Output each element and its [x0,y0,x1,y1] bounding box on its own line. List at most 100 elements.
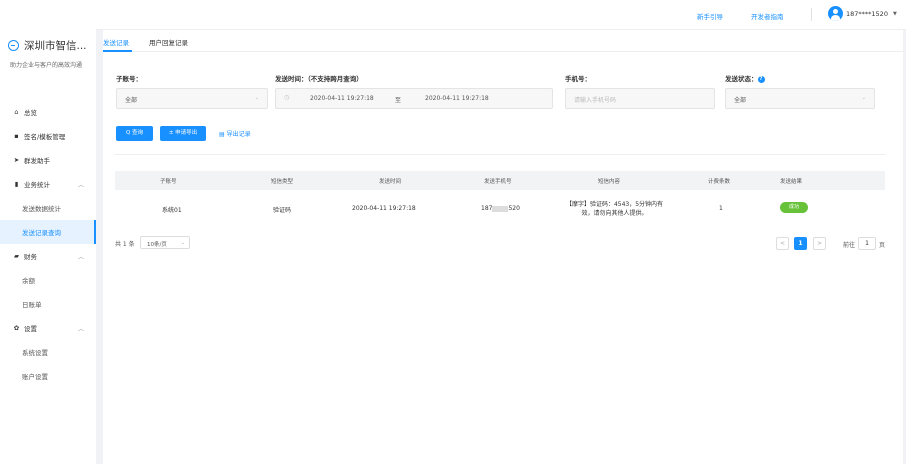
next-page-button[interactable]: > [813,237,826,250]
tab-send-records[interactable]: 发送记录 [103,37,129,47]
brand[interactable]: 深圳市智信... [8,38,87,53]
sidebar-item-account-settings[interactable]: 账户设置 [0,364,96,388]
top-header: 新手引导 开发者指南 187****1520 ▼ [96,0,906,30]
beginner-guide-link[interactable]: 新手引导 [697,11,723,21]
query-button[interactable]: Q 查询 [116,126,153,141]
sidebar-item-label: 发送记录查询 [22,229,61,237]
main-content: 发送记录 用户回复记录 子账号： 发送时间：（不支持跨月查询） 手机号： 发送状… [103,30,903,464]
home-icon: ⌂ [14,108,19,116]
grid-icon: ▪ [14,132,19,140]
sidebar-item-statistics[interactable]: ▮ 业务统计 ︿ [0,172,96,196]
sidebar-item-bulk-send[interactable]: ➤ 群发助手 [0,148,96,172]
account-select[interactable]: 全部 ⌄ [116,88,268,109]
gear-icon: ✿ [13,324,20,332]
sidebar-item-label: 余额 [22,277,35,285]
active-tab-indicator [103,50,132,52]
range-separator: 至 [395,97,402,104]
phone-filter-label: 手机号： [565,75,591,83]
chevron-down-icon: ⌄ [254,95,259,101]
sidebar-item-overview[interactable]: ⌂ 总览 [0,100,96,124]
sidebar-item-label: 总览 [24,109,37,117]
phone-input-placeholder: 请输入手机号码 [574,97,617,104]
column-header: 短信内容 [598,179,621,185]
cell-content: 【摩字】验证码：4543，5分钟内有效，请勿向其他人提供。 [565,201,664,217]
chevron-up-icon: ︿ [77,326,84,333]
bar-chart-icon: ▮ [14,180,19,188]
help-icon[interactable]: ? [757,75,765,83]
send-icon: ➤ [13,156,20,164]
sidebar-item-label: 签名/模板管理 [24,133,66,141]
prev-page-button[interactable]: < [776,237,789,250]
total-count: 共 1 条 [115,241,135,248]
chevron-down-icon: ⌄ [861,95,866,101]
sidebar-item-system-settings[interactable]: 系统设置 [0,340,96,364]
sidebar-item-label: 日账单 [22,301,42,309]
account-filter-label: 子账号： [116,75,142,83]
account-select-value: 全部 [125,97,138,104]
status-badge: 成功 [780,202,808,213]
sidebar-item-send-stats[interactable]: 发送数据统计 [0,196,96,220]
goto-label: 前往 [843,242,856,249]
end-time: 2020-04-11 19:27:18 [425,95,489,102]
header-divider [811,8,812,21]
page-size-value: 10条/页 [147,242,167,248]
sidebar-item-balance[interactable]: 余额 [0,268,96,292]
clock-icon: ◷ [284,94,290,101]
divider [115,154,885,155]
sidebar-item-label: 业务统计 [24,181,50,189]
developer-guide-link[interactable]: 开发者指南 [751,11,784,21]
tab-user-replies[interactable]: 用户回复记录 [149,37,188,47]
sidebar-item-settings[interactable]: ✿ 设置 ︿ [0,316,96,340]
avatar [828,6,843,21]
sidebar-item-label: 账户设置 [22,373,48,381]
sidebar-item-daily-bill[interactable]: 日账单 [0,292,96,316]
cell-type: 验证码 [273,207,292,214]
page-size-select[interactable]: 10条/页 ⌄ [140,236,190,249]
brand-name: 深圳市智信... [24,40,87,52]
page-number-button[interactable]: 1 [794,237,807,250]
time-filter-label: 发送时间：（不支持跨月查询） [275,75,363,83]
chevron-up-icon: ︿ [77,254,84,261]
sidebar-item-label: 群发助手 [24,157,50,165]
time-range-picker[interactable]: ◷ 2020-04-11 19:27:18 至 2020-04-11 19:27… [275,88,553,109]
sidebar-menu: ⌂ 总览 ▪ 签名/模板管理 ➤ 群发助手 ▮ 业务统计 ︿ 发送数据统计 发送… [0,100,96,388]
user-name: 187****1520 [846,9,888,18]
column-header: 短信类型 [271,179,294,185]
sidebar-item-label: 发送数据统计 [22,205,61,213]
cell-count: 1 [719,205,723,212]
caret-down-icon: ▼ [892,10,897,17]
sidebar-item-label: 系统设置 [22,349,48,357]
wallet-icon: ▰ [14,252,19,260]
chat-bubble-icon [8,40,19,51]
sidebar-item-templates[interactable]: ▪ 签名/模板管理 [0,124,96,148]
brand-subtitle: 助力企业与客户的高效沟通 [10,62,83,69]
phone-input[interactable]: 请输入手机号码 [565,88,715,109]
column-header: 发送手机号 [484,179,512,185]
user-menu[interactable]: 187****1520 ▼ [828,6,897,21]
status-select-value: 全部 [734,97,747,104]
sidebar-item-send-records[interactable]: 发送记录查询 [0,220,96,244]
table-header: 子账号 短信类型 发送时间 发送手机号 短信内容 计费条数 发送结果 [115,171,885,190]
status-filter-label: 发送状态：? [725,73,765,83]
column-header: 发送结果 [780,179,803,185]
chevron-up-icon: ︿ [77,182,84,189]
sidebar-item-label: 设置 [24,325,37,333]
table-row: 系统01 验证码 2020-04-11 19:27:18 187 520 【摩字】… [115,190,885,227]
cell-account: 系统01 [162,207,182,214]
chevron-down-icon: ⌄ [180,240,185,246]
column-header: 计费条数 [708,179,731,185]
export-records-link[interactable]: ▤ 导出记录 [219,129,251,138]
column-header: 发送时间 [379,179,402,185]
apply-export-button[interactable]: ± 申请导出 [160,126,206,141]
status-select[interactable]: 全部 ⌄ [725,88,875,109]
cell-time: 2020-04-11 19:27:18 [352,205,416,212]
goto-unit: 页 [879,242,886,249]
start-time: 2020-04-11 19:27:18 [310,95,374,102]
sidebar-item-finance[interactable]: ▰ 财务 ︿ [0,244,96,268]
column-header: 子账号 [160,179,177,185]
sidebar-item-label: 财务 [24,253,37,261]
masked-digits [492,205,509,212]
cell-phone: 187 520 [481,205,520,212]
goto-page-input[interactable]: 1 [858,237,876,250]
tab-bar: 发送记录 用户回复记录 [103,30,903,52]
